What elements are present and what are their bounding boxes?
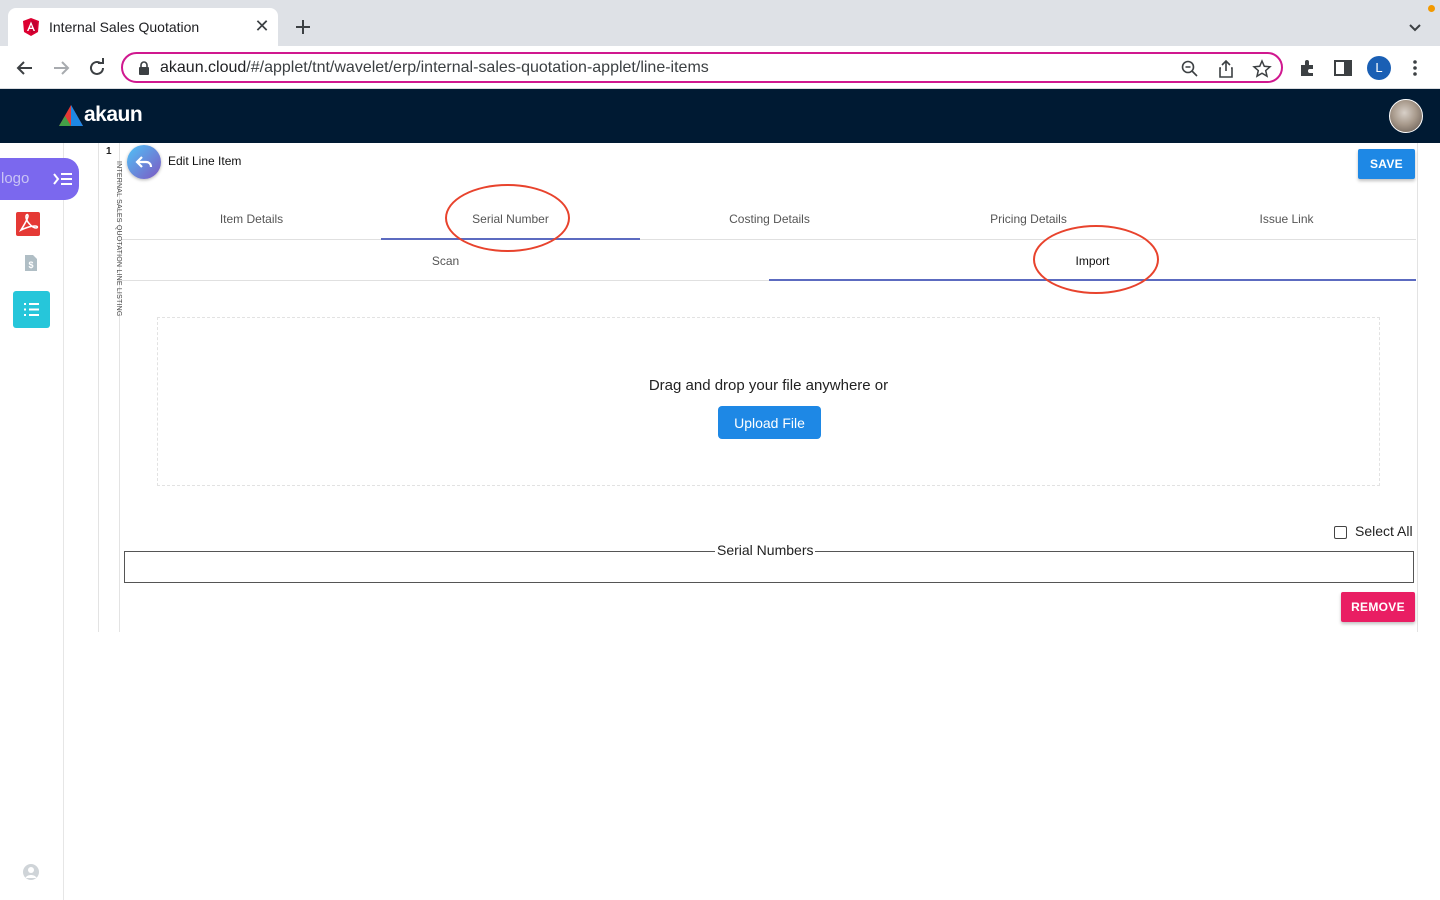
svg-text:$: $: [28, 260, 33, 270]
angular-icon: [23, 18, 39, 36]
listing-number: 1: [106, 146, 112, 157]
tab-issue-link[interactable]: Issue Link: [1157, 201, 1416, 240]
line-listing-nav[interactable]: [13, 291, 50, 328]
chevron-down-icon[interactable]: [1406, 18, 1424, 36]
tab-item-details[interactable]: Item Details: [122, 201, 381, 240]
lock-icon: [139, 61, 149, 75]
upload-file-button[interactable]: Upload File: [718, 406, 821, 439]
edit-line-item-panel: Edit Line Item SAVE Item Details Serial …: [121, 143, 1418, 632]
select-all-checkbox[interactable]: [1334, 526, 1347, 539]
serial-numbers-field[interactable]: Serial Numbers: [124, 542, 1414, 583]
dropzone-text: Drag and drop your file anywhere or: [648, 377, 889, 394]
app-header: akaun: [0, 89, 1440, 143]
brand-name: akaun: [84, 103, 143, 126]
reload-icon[interactable]: [85, 56, 109, 80]
new-tab-icon[interactable]: [292, 16, 314, 38]
user-icon[interactable]: [22, 863, 40, 881]
document-pdf-icon[interactable]: [15, 211, 41, 237]
page-title: Edit Line Item: [168, 154, 242, 168]
subtab-scan[interactable]: Scan: [122, 241, 769, 281]
line-item-tabs: Item Details Serial Number Costing Detai…: [122, 201, 1416, 240]
back-arrow-icon[interactable]: [13, 56, 37, 80]
browser-tab[interactable]: Internal Sales Quotation ✕: [8, 8, 278, 46]
menu-toggle-icon[interactable]: [52, 169, 74, 189]
file-dropzone[interactable]: Drag and drop your file anywhere or Uplo…: [157, 317, 1380, 486]
sidepanel-icon[interactable]: [1332, 57, 1354, 79]
serial-number-subtabs: Scan Import: [122, 241, 1416, 281]
tab-serial-number[interactable]: Serial Number: [381, 201, 640, 240]
url-text: akaun.cloud/#/applet/tnt/wavelet/erp/int…: [160, 59, 709, 76]
akaun-logo-icon: [59, 105, 83, 126]
share-icon[interactable]: [1216, 59, 1236, 79]
back-button[interactable]: [127, 145, 161, 179]
tab-costing-details[interactable]: Costing Details: [640, 201, 899, 240]
save-button[interactable]: SAVE: [1358, 149, 1415, 179]
profile-avatar[interactable]: L: [1367, 56, 1391, 80]
reply-arrow-icon: [135, 156, 153, 168]
user-avatar[interactable]: [1389, 99, 1423, 133]
more-vert-icon[interactable]: [1404, 57, 1426, 79]
rail-logo[interactable]: logo: [0, 158, 79, 200]
update-indicator: [1428, 5, 1435, 12]
list-icon: [24, 303, 39, 316]
tab-pricing-details[interactable]: Pricing Details: [899, 201, 1158, 240]
zoom-icon[interactable]: [1180, 59, 1200, 79]
left-rail: logo $: [0, 143, 79, 900]
subtab-import[interactable]: Import: [769, 241, 1416, 281]
extensions-icon[interactable]: [1297, 57, 1319, 79]
address-bar[interactable]: akaun.cloud/#/applet/tnt/wavelet/erp/int…: [121, 52, 1283, 83]
invoice-icon[interactable]: $: [23, 254, 39, 272]
logo-alt-text: logo: [1, 170, 30, 187]
tab-title: Internal Sales Quotation: [49, 19, 200, 35]
listing-strip[interactable]: 1 INTERNAL SALES QUOTATION LINE LISTING: [98, 143, 122, 632]
remove-button[interactable]: REMOVE: [1341, 592, 1415, 622]
browser-toolbar: akaun.cloud/#/applet/tnt/wavelet/erp/int…: [0, 46, 1440, 89]
close-tab-icon[interactable]: ✕: [252, 16, 272, 36]
forward-arrow-icon[interactable]: [49, 56, 73, 80]
browser-tabstrip: Internal Sales Quotation ✕: [0, 0, 1440, 46]
select-all-label: Select All: [1355, 523, 1413, 539]
serial-numbers-label: Serial Numbers: [715, 542, 816, 558]
star-icon[interactable]: [1252, 59, 1272, 79]
